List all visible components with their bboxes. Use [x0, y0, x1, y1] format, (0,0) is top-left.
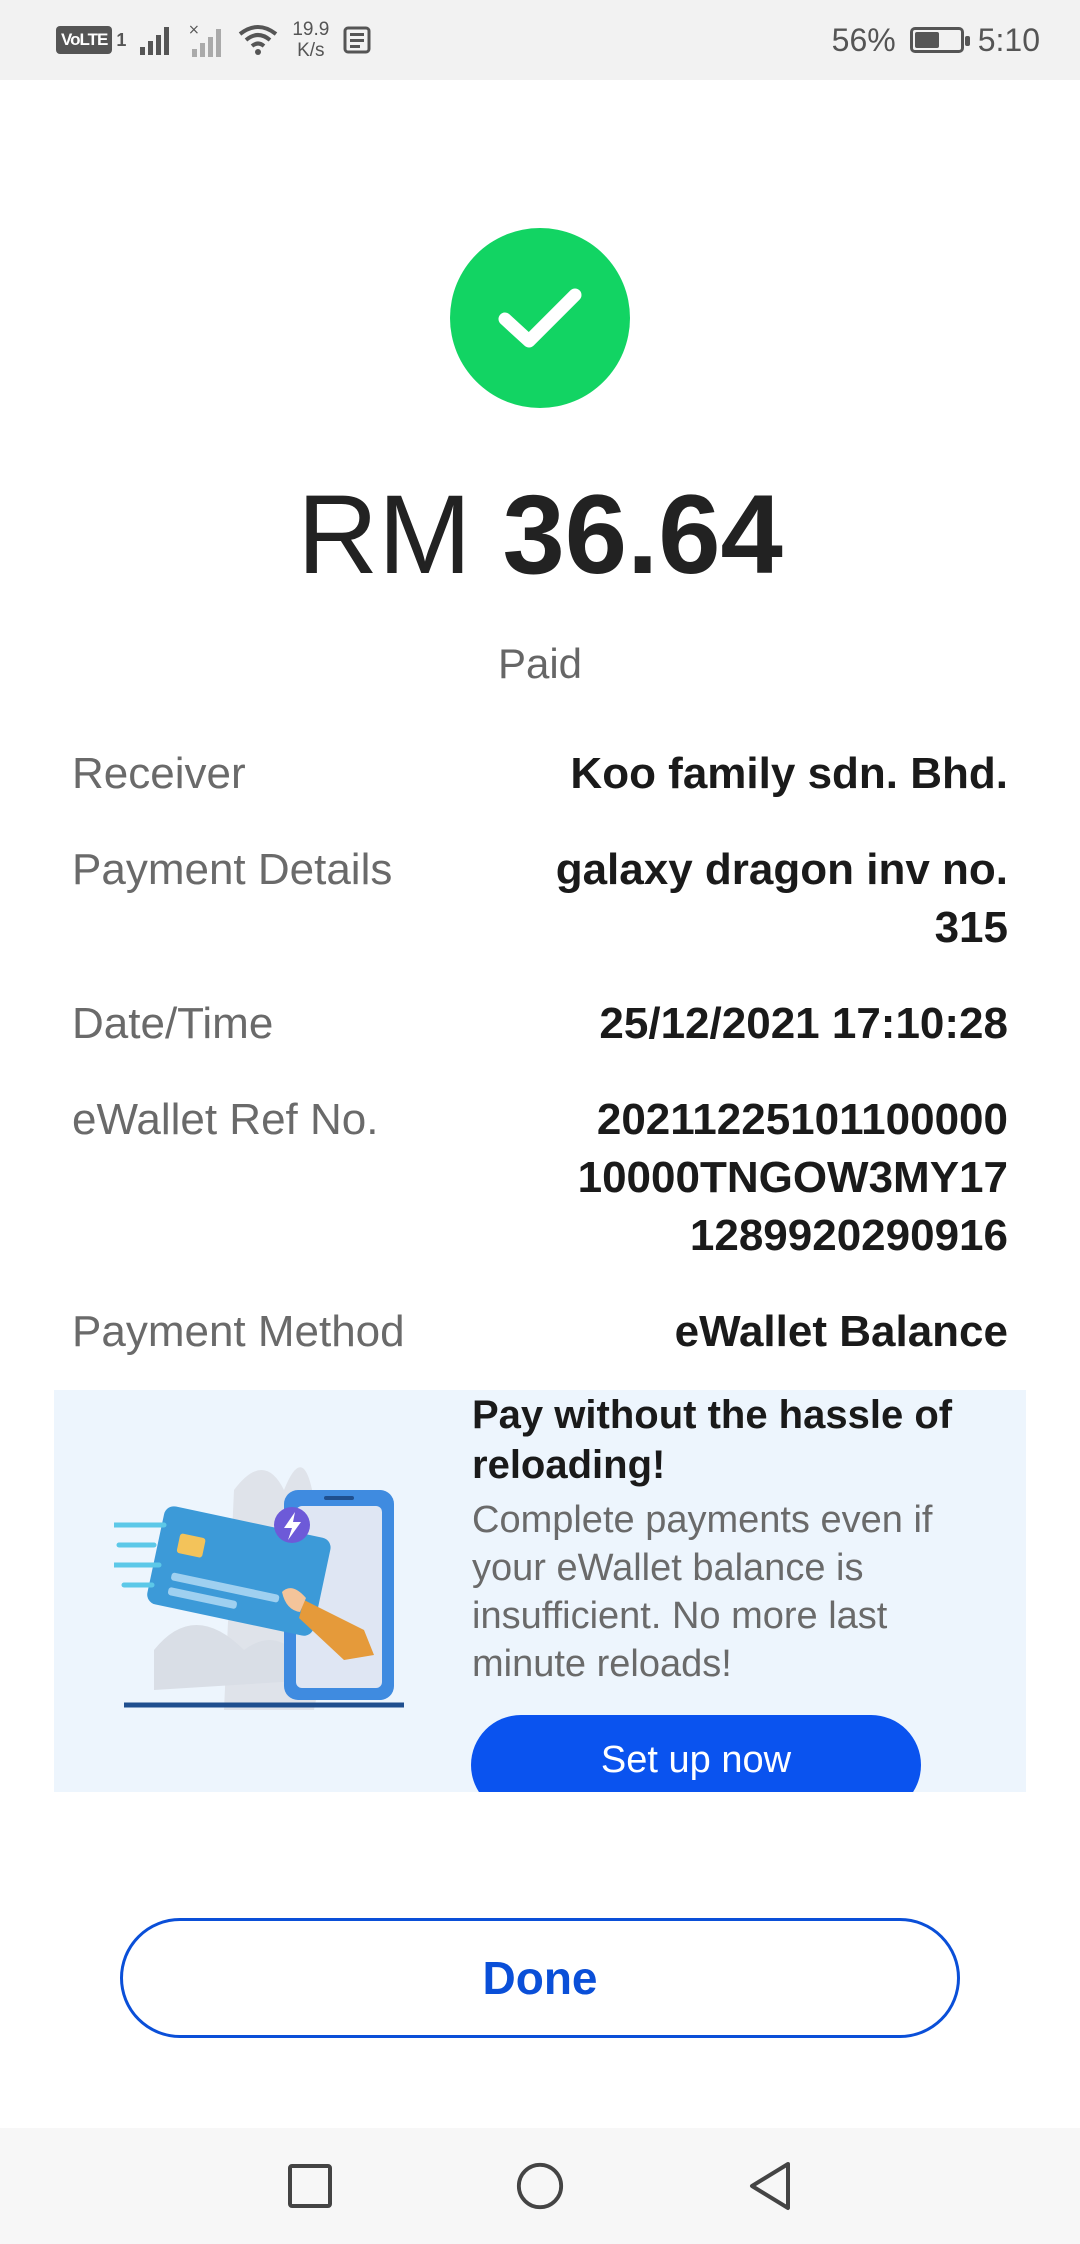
auto-reload-promo-banner[interactable]: Pay without the hassle of reloading! Com… — [54, 1390, 1026, 1792]
amount-currency: RM — [297, 472, 472, 597]
recent-apps-icon[interactable] — [285, 2161, 335, 2211]
volte-icon: VoLTE — [56, 26, 113, 54]
detail-row-date-time: Date/Time 25/12/2021 17:10:28 — [72, 995, 1008, 1053]
detail-value: Koo family sdn. Bhd. — [570, 749, 1008, 798]
detail-row-payment-details: Payment Details galaxy dragon inv no. 31… — [72, 841, 1008, 957]
detail-value: 20211225101100000 10000TNGOW3MY17 128992… — [577, 1095, 1008, 1260]
signal-no-service-icon: × — [188, 23, 222, 57]
detail-label: Date/Time — [72, 999, 274, 1048]
detail-label: Receiver — [72, 749, 246, 798]
set-up-now-button[interactable]: Set up now — [471, 1715, 921, 1792]
success-check-icon — [450, 228, 630, 408]
promo-title: Pay without the hassle of reloading! — [472, 1393, 953, 1487]
status-bar: VoLTE 1 × 19.9 K/s 56% 5:10 — [0, 0, 1080, 80]
battery-percent: 56% — [831, 21, 896, 58]
detail-label: eWallet Ref No. — [72, 1095, 379, 1144]
detail-value: 25/12/2021 17:10:28 — [599, 999, 1008, 1048]
news-notification-icon — [343, 26, 371, 54]
back-icon[interactable] — [745, 2161, 795, 2211]
detail-label: Payment Method — [72, 1307, 405, 1356]
system-navigation-bar — [0, 2128, 1080, 2244]
detail-row-ewallet-ref: eWallet Ref No. 20211225101100000 10000T… — [72, 1091, 1008, 1265]
battery-level-fill — [914, 32, 940, 48]
detail-value: galaxy dragon inv no. 315 — [555, 845, 1008, 952]
network-speed-value: 19.9 — [292, 19, 330, 40]
promo-description: Complete payments even if your eWallet b… — [472, 1499, 933, 1685]
payment-amount: RM 36.64 — [0, 470, 1080, 600]
detail-row-payment-method: Payment Method eWallet Balance — [72, 1303, 1008, 1361]
card-phone-illustration — [114, 1467, 404, 1710]
home-icon[interactable] — [515, 2161, 565, 2211]
done-button[interactable]: Done — [120, 1918, 960, 2038]
signal-strength-icon — [140, 27, 170, 55]
checkmark-icon — [498, 288, 582, 348]
detail-value: eWallet Balance — [674, 1307, 1008, 1356]
battery-icon — [909, 27, 970, 53]
detail-row-receiver: Receiver Koo family sdn. Bhd. — [72, 745, 1008, 803]
svg-text:×: × — [188, 23, 200, 38]
amount-value: 36.64 — [502, 472, 783, 597]
detail-label: Payment Details — [72, 845, 393, 894]
status-bar-right: 56% 5:10 — [832, 22, 1040, 59]
status-bar-left: VoLTE 1 × 19.9 K/s — [56, 19, 373, 61]
network-speed-unit: K/s — [297, 40, 325, 61]
network-speed: 19.9 K/s — [292, 19, 329, 61]
payment-status: Paid — [497, 640, 583, 687]
payment-details: Receiver Koo family sdn. Bhd. Payment De… — [72, 745, 1008, 1399]
wifi-icon — [239, 25, 278, 55]
sim-indicator: 1 — [116, 29, 127, 50]
clock: 5:10 — [977, 21, 1040, 58]
